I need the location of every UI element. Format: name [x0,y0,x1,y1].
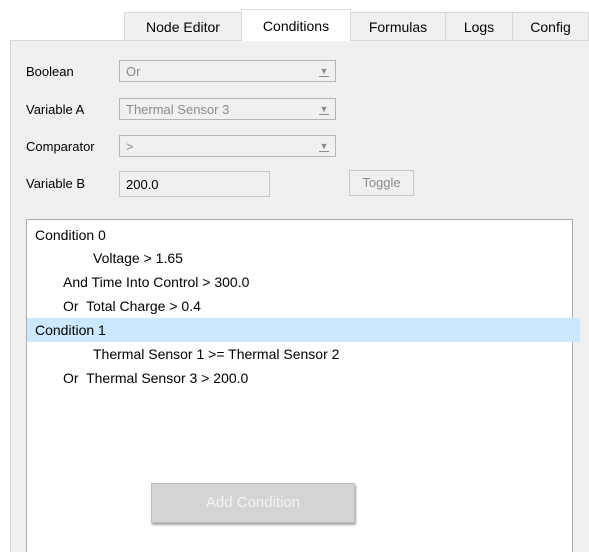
list-item[interactable]: Or Total Charge > 0.4 [27,294,589,318]
variable-a-label: Variable A [26,102,85,117]
list-item[interactable]: Condition 0 [27,223,580,247]
list-item[interactable]: And Time Into Control > 300.0 [27,270,589,294]
tab-logs[interactable]: Logs [445,12,513,40]
chevron-down-icon: ▼ [319,141,329,152]
boolean-select[interactable]: Or ▼ [119,60,336,82]
list-item-selected[interactable]: Condition 1 [27,318,580,342]
variable-a-select[interactable]: Thermal Sensor 3 ▼ [119,98,336,120]
list-item[interactable]: Or Thermal Sensor 3 > 200.0 [27,366,589,390]
tab-formulas[interactable]: Formulas [350,12,446,40]
toggle-button[interactable]: Toggle [349,170,414,196]
list-item[interactable]: Thermal Sensor 1 >= Thermal Sensor 2 [27,342,589,366]
tab-strip: Node Editor Conditions Formulas Logs Con… [0,0,589,41]
variable-a-select-value: Thermal Sensor 3 [126,102,230,117]
chevron-down-icon: ▼ [319,66,329,77]
tab-node-editor[interactable]: Node Editor [124,12,242,40]
list-item[interactable]: Voltage > 1.65 [27,246,589,270]
variable-b-input[interactable]: 200.0 [119,171,270,197]
add-condition-button[interactable]: Add Condition [151,483,355,523]
comparator-label: Comparator [26,139,95,154]
boolean-label: Boolean [26,64,74,79]
boolean-select-value: Or [126,64,141,79]
comparator-select[interactable]: > ▼ [119,135,336,157]
variable-b-label: Variable B [26,176,86,191]
tab-conditions[interactable]: Conditions [241,9,351,41]
comparator-select-value: > [126,139,134,154]
tab-config[interactable]: Config [512,12,589,40]
chevron-down-icon: ▼ [319,104,329,115]
